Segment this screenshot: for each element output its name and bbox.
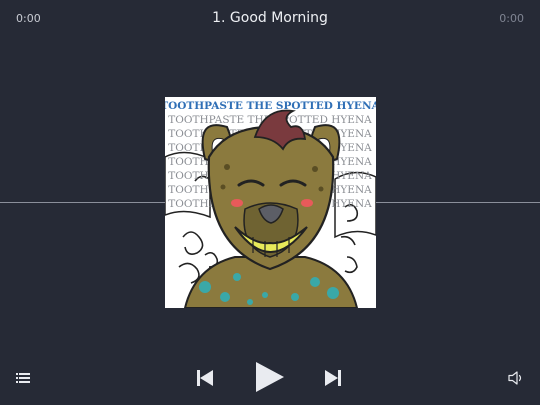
album-art-illustration: TOOTHPASTE THE SPOTTED HYENA TOOTHPASTE … bbox=[165, 100, 376, 308]
album-art: TOOTHPASTE THE SPOTTED HYENA TOOTHPASTE … bbox=[165, 97, 376, 308]
skip-next-icon bbox=[325, 370, 341, 386]
duration-time: 0:00 bbox=[499, 12, 524, 25]
track-title: 1. Good Morning bbox=[212, 10, 328, 26]
next-button[interactable] bbox=[325, 370, 341, 386]
top-bar: 0:00 1. Good Morning 0:00 bbox=[0, 0, 540, 40]
skip-previous-icon bbox=[197, 370, 213, 386]
album-title-text: TOOTHPASTE THE SPOTTED HYENA bbox=[165, 100, 376, 112]
volume-button[interactable] bbox=[508, 371, 524, 385]
speaker-icon bbox=[508, 371, 522, 385]
playlist-button[interactable] bbox=[16, 373, 30, 383]
play-icon bbox=[256, 362, 284, 392]
playback-controls bbox=[0, 350, 540, 405]
previous-button[interactable] bbox=[197, 370, 213, 386]
play-button[interactable] bbox=[254, 362, 284, 392]
list-icon bbox=[16, 373, 30, 383]
